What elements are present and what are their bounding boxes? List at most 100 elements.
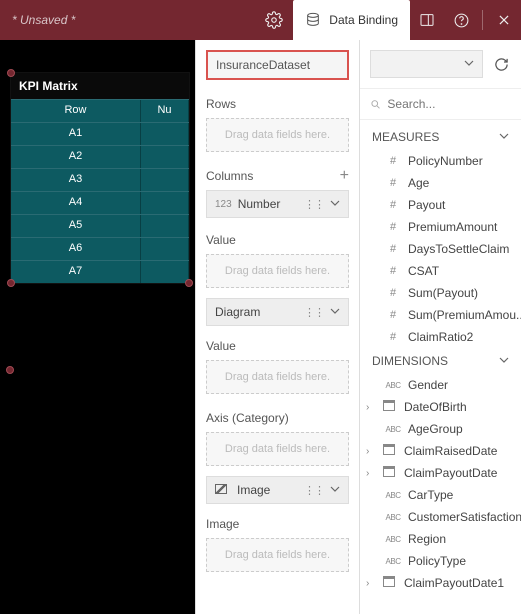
dimension-field[interactable]: › ClaimRaisedDate: [360, 440, 521, 462]
kpi-cell: [141, 192, 189, 214]
chevron-down-icon: [499, 354, 509, 368]
columns-label: Columns: [206, 169, 253, 183]
calendar-icon: [380, 400, 398, 414]
chevron-down-icon[interactable]: [330, 197, 340, 211]
close-icon[interactable]: [487, 0, 521, 40]
diagram-value-dropzone[interactable]: Drag data fields here.: [206, 360, 349, 394]
drag-handle-icon[interactable]: ⋮⋮: [304, 306, 324, 319]
search-input[interactable]: [370, 97, 511, 111]
text-type-icon: [384, 511, 402, 523]
value-dropzone[interactable]: Drag data fields here.: [206, 254, 349, 288]
text-type-icon: [384, 555, 402, 567]
kpi-cell: A7: [11, 261, 141, 283]
expand-icon[interactable]: ›: [366, 446, 376, 457]
hash-icon: [384, 309, 402, 321]
tab-data-binding[interactable]: Data Binding: [293, 0, 410, 40]
field-label: PolicyNumber: [408, 154, 483, 168]
kpi-cell: [141, 123, 189, 145]
help-icon[interactable]: [444, 0, 478, 40]
drag-handle-icon[interactable]: ⋮⋮: [304, 198, 324, 211]
measure-field[interactable]: Payout: [360, 194, 521, 216]
chip-label: Number: [238, 197, 304, 211]
image-dropzone[interactable]: Drag data fields here.: [206, 538, 349, 572]
kpi-cell: [141, 261, 189, 283]
field-label: ClaimRaisedDate: [404, 444, 497, 458]
type-numeric-icon: 123: [215, 199, 232, 210]
expand-icon[interactable]: ›: [366, 402, 376, 413]
measure-field[interactable]: ClaimRatio2: [360, 326, 521, 348]
dimension-field[interactable]: PolicyType: [360, 550, 521, 572]
dimension-field[interactable]: CarType: [360, 484, 521, 506]
refresh-icon[interactable]: [491, 54, 511, 74]
rows-dropzone[interactable]: Drag data fields here.: [206, 118, 349, 152]
drag-handle-icon[interactable]: ⋮⋮: [304, 484, 324, 497]
dimension-field[interactable]: › ClaimPayoutDate1: [360, 572, 521, 594]
hash-icon: [384, 243, 402, 255]
chevron-down-icon[interactable]: [330, 305, 340, 319]
group-label: DIMENSIONS: [372, 354, 448, 368]
image-icon: [215, 483, 231, 497]
hash-icon: [384, 221, 402, 233]
field-label: Sum(PremiumAmou...: [408, 308, 521, 322]
expand-icon[interactable]: ›: [366, 468, 376, 479]
resize-handle[interactable]: [7, 69, 15, 77]
measures-group[interactable]: MEASURES: [360, 124, 521, 150]
tab-label: Data Binding: [329, 13, 398, 27]
dimension-field[interactable]: Gender: [360, 374, 521, 396]
field-label: PremiumAmount: [408, 220, 497, 234]
chevron-down-icon: [499, 130, 509, 144]
measure-field[interactable]: Sum(Payout): [360, 282, 521, 304]
diagram-section[interactable]: Diagram ⋮⋮: [206, 298, 349, 326]
dimension-field[interactable]: › ClaimPayoutDate: [360, 462, 521, 484]
field-label: ClaimPayoutDate: [404, 466, 497, 480]
dimension-field[interactable]: CustomerSatisfaction: [360, 506, 521, 528]
dimension-field[interactable]: ›DateOfBirth: [360, 396, 521, 418]
axis-label: Axis (Category): [206, 411, 289, 425]
measure-field[interactable]: CSAT: [360, 260, 521, 282]
measure-field[interactable]: PolicyNumber: [360, 150, 521, 172]
field-label: Age: [408, 176, 429, 190]
field-label: PolicyType: [408, 554, 466, 568]
text-type-icon: [384, 423, 402, 435]
binding-panel: InsuranceDataset Rows Drag data fields h…: [195, 40, 360, 614]
resize-handle[interactable]: [7, 279, 15, 287]
field-label: AgeGroup: [408, 422, 463, 436]
dimensions-group[interactable]: DIMENSIONS: [360, 348, 521, 374]
unsaved-status: * Unsaved *: [0, 13, 87, 27]
kpi-header-row: Row: [11, 100, 141, 122]
kpi-matrix-widget[interactable]: KPI Matrix Row Nu A1 A2 A3 A4 A5 A6 A7: [10, 72, 190, 284]
resize-handle[interactable]: [6, 366, 14, 374]
hash-icon: [384, 331, 402, 343]
kpi-cell: [141, 146, 189, 168]
kpi-cell: A6: [11, 238, 141, 260]
field-label: Gender: [408, 378, 448, 392]
chevron-down-icon[interactable]: [330, 483, 340, 497]
calendar-icon: [380, 576, 398, 590]
measure-field[interactable]: Age: [360, 172, 521, 194]
search-field[interactable]: [387, 97, 511, 111]
add-column-icon[interactable]: +: [340, 168, 349, 184]
panel-toggle-icon[interactable]: [410, 0, 444, 40]
field-label: Region: [408, 532, 446, 546]
image-section[interactable]: Image ⋮⋮: [206, 476, 349, 504]
source-dropdown[interactable]: [370, 50, 483, 78]
top-bar: * Unsaved * Data Binding: [0, 0, 521, 40]
expand-icon[interactable]: ›: [366, 578, 376, 589]
dataset-selector[interactable]: InsuranceDataset: [206, 50, 349, 80]
field-label: CustomerSatisfaction: [408, 510, 521, 524]
dimension-field[interactable]: AgeGroup: [360, 418, 521, 440]
dimension-field[interactable]: Region: [360, 528, 521, 550]
axis-dropzone[interactable]: Drag data fields here.: [206, 432, 349, 466]
hash-icon: [384, 155, 402, 167]
resize-handle[interactable]: [185, 279, 193, 287]
gear-icon[interactable]: [255, 0, 293, 40]
column-field-chip[interactable]: 123 Number ⋮⋮: [206, 190, 349, 218]
measure-field[interactable]: PremiumAmount: [360, 216, 521, 238]
field-label: CSAT: [408, 264, 439, 278]
canvas-area[interactable]: KPI Matrix Row Nu A1 A2 A3 A4 A5 A6 A7: [0, 40, 195, 614]
field-label: ClaimRatio2: [408, 330, 473, 344]
measure-field[interactable]: DaysToSettleClaim: [360, 238, 521, 260]
field-label: Sum(Payout): [408, 286, 478, 300]
field-label: ClaimPayoutDate1: [404, 576, 504, 590]
measure-field[interactable]: Sum(PremiumAmou...: [360, 304, 521, 326]
